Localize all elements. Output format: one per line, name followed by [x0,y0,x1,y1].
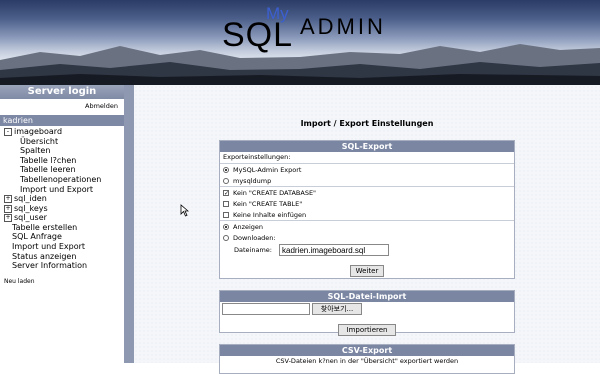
format-mysqladmin-option[interactable]: MySQL-Admin Export [220,164,514,175]
mysql-admin-logo: My SQL ADMIN [222,4,392,70]
filename-label: Dateiname: [234,246,272,254]
csv-export-header: CSV-Export [220,345,514,356]
main-content: Import / Export Einstellungen SQL-Export… [134,85,600,374]
browse-button[interactable]: 찾아보기... [312,303,362,315]
csv-export-panel: CSV-Export CSV-Dateien k?nen in der "Übe… [219,344,515,374]
logout-link[interactable]: Abmelden [85,102,118,110]
tree-db-imageboard[interactable]: - imageboard [4,127,62,137]
expand-icon[interactable]: + [4,214,12,223]
continue-button[interactable]: Weiter [350,265,384,277]
action-tabelle-erstellen[interactable]: Tabelle erstellen [12,223,87,233]
radio-icon[interactable] [223,223,229,230]
checkbox-icon[interactable] [223,200,229,207]
page-title: Import / Export Einstellungen [300,119,434,128]
csv-export-note: CSV-Dateien k?nen in der "Übersicht" exp… [275,357,459,365]
radio-icon[interactable] [223,234,229,241]
checkbox-icon[interactable] [223,211,229,218]
import-button[interactable]: Importieren [338,324,396,336]
action-server-information[interactable]: Server Information [12,261,87,271]
tree-item-tabellenoperationen[interactable]: Tabellenoperationen [20,175,101,185]
expand-icon[interactable]: + [4,204,12,213]
sidebar-scrollbar[interactable] [124,85,134,363]
tree-db-sql-user[interactable]: + sql_user [4,213,48,223]
action-import-export[interactable]: Import und Export [12,242,87,252]
no-create-table-option[interactable]: Kein "CREATE TABLE" [220,198,514,209]
logo-sql: SQL [222,16,294,54]
format-mysqldump-option[interactable]: mysqldump [220,175,514,186]
file-path-input[interactable] [222,303,310,315]
sidebar: Server login Abmelden kadrien - imageboar… [0,85,124,363]
no-content-option[interactable]: Keine Inhalte einfügen [220,209,514,220]
sql-import-header: SQL-Datei-Import [220,291,514,302]
expand-icon[interactable]: + [4,195,12,203]
export-settings-label: Exporteinstellungen: [223,153,291,161]
mouse-cursor-icon [180,204,189,217]
sidebar-user[interactable]: kadrien [0,115,124,126]
reload-link[interactable]: Neu laden [4,278,35,285]
tree-item-spalten[interactable]: Spalten [20,146,101,156]
logo-admin: ADMIN [300,14,386,39]
collapse-icon[interactable]: - [4,128,12,136]
tree-item-import-export[interactable]: Import und Export [20,185,101,195]
output-display-option[interactable]: Anzeigen [220,221,514,232]
tree-item-tabelle-leeren[interactable]: Tabelle leeren [20,165,101,175]
sql-export-header: SQL-Export [220,141,514,152]
tree-db-sql-keys[interactable]: + sql_keys [4,204,48,214]
sql-export-panel: SQL-Export Exporteinstellungen: MySQL-Ad… [219,140,515,279]
sql-import-panel: SQL-Datei-Import 찾아보기... Importieren [219,290,515,336]
output-download-option[interactable]: Downloaden: [220,232,514,243]
tree-item-uebersicht[interactable]: Übersicht [20,137,101,147]
action-sql-anfrage[interactable]: SQL Anfrage [12,232,87,242]
filename-input[interactable] [279,244,389,256]
action-status-anzeigen[interactable]: Status anzeigen [12,252,87,262]
radio-icon[interactable] [223,166,229,173]
header-banner: My SQL ADMIN [0,0,600,85]
radio-icon[interactable] [223,177,229,184]
tree-db-sql-iden[interactable]: + sql_iden [4,194,48,204]
no-create-database-option[interactable]: ✓ Kein "CREATE DATABASE" [220,187,514,198]
tree-item-tabelle-loeschen[interactable]: Tabelle l?chen [20,156,101,166]
sidebar-title: Server login [0,85,124,99]
checkbox-checked-icon[interactable]: ✓ [223,189,229,196]
